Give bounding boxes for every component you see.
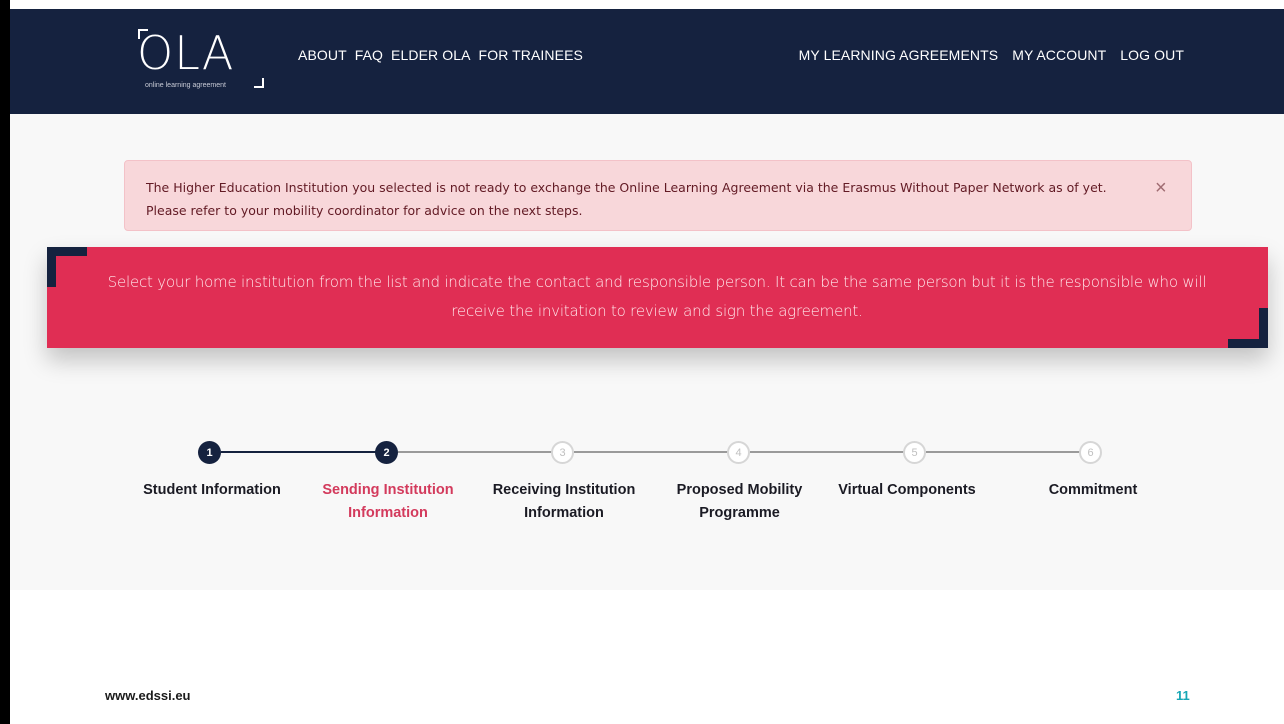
banner-corner-top-left <box>47 247 87 287</box>
slide-top-edge <box>0 0 1284 9</box>
nav-about[interactable]: ABOUT <box>298 47 347 63</box>
nav-for-trainees[interactable]: FOR TRAINEES <box>479 47 583 63</box>
step-connector-2-3 <box>398 451 553 453</box>
step-3-circle[interactable]: 3 <box>551 441 574 464</box>
step-2-label[interactable]: Sending Institution Information <box>303 479 473 525</box>
slide-page-number: 11 <box>1176 688 1190 703</box>
footer-website: www.edssi.eu <box>105 688 191 703</box>
step-connector-3-4 <box>574 451 729 453</box>
nav-elder-ola[interactable]: ELDER OLA <box>391 47 471 63</box>
nav-right-menu: MY LEARNING AGREEMENTS MY ACCOUNT LOG OU… <box>799 47 1184 63</box>
step-4-label[interactable]: Proposed Mobility Programme <box>657 479 822 525</box>
step-1-circle[interactable]: 1 <box>198 441 221 464</box>
step-connector-1-2 <box>221 451 377 453</box>
alert-close-icon[interactable]: × <box>1155 177 1167 200</box>
progress-stepper: 1 2 3 4 5 6 Student Information Sending … <box>0 430 1284 540</box>
nav-left-menu: ABOUT FAQ ELDER OLA FOR TRAINEES <box>298 47 583 63</box>
instruction-banner: Select your home institution from the li… <box>47 247 1268 348</box>
step-4-circle[interactable]: 4 <box>727 441 750 464</box>
step-5-label[interactable]: Virtual Components <box>817 479 997 502</box>
logo-subtitle: online learning agreement <box>145 82 226 89</box>
top-navbar: OLA online learning agreement ABOUT FAQ … <box>10 9 1284 114</box>
ola-logo[interactable]: OLA online learning agreement <box>137 25 267 100</box>
step-1-label[interactable]: Student Information <box>127 479 297 502</box>
step-6-circle[interactable]: 6 <box>1079 441 1102 464</box>
logo-text: OLA <box>137 26 235 80</box>
step-5-circle[interactable]: 5 <box>903 441 926 464</box>
step-6-label[interactable]: Commitment <box>1008 479 1178 502</box>
nav-log-out[interactable]: LOG OUT <box>1120 47 1184 63</box>
nav-my-account[interactable]: MY ACCOUNT <box>1012 47 1106 63</box>
step-2-circle[interactable]: 2 <box>375 441 398 464</box>
logo-corner-bottom-right <box>254 78 264 88</box>
step-connector-4-5 <box>750 451 905 453</box>
step-connector-5-6 <box>926 451 1081 453</box>
alert-message: The Higher Education Institution you sel… <box>146 180 1107 218</box>
step-3-label[interactable]: Receiving Institution Information <box>479 479 649 525</box>
banner-corner-bottom-right <box>1228 308 1268 348</box>
nav-faq[interactable]: FAQ <box>355 47 383 63</box>
banner-text: Select your home institution from the li… <box>107 273 1207 320</box>
slide-left-edge <box>0 0 10 724</box>
nav-my-learning-agreements[interactable]: MY LEARNING AGREEMENTS <box>799 47 999 63</box>
warning-alert: The Higher Education Institution you sel… <box>124 160 1192 231</box>
